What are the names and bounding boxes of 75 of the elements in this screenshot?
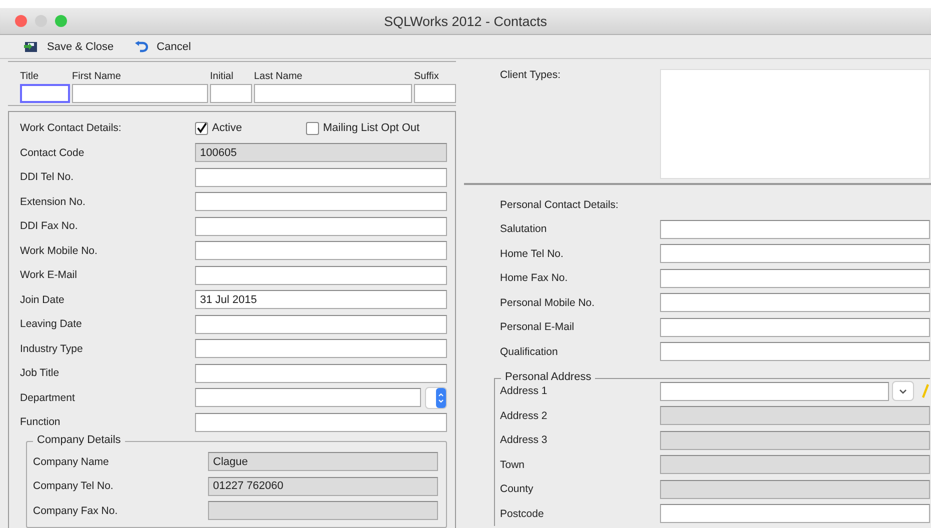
field-label: Address 3 [500, 434, 548, 446]
field-label: Personal Mobile No. [500, 296, 596, 309]
input-field[interactable] [414, 84, 456, 103]
input-field[interactable] [195, 216, 447, 236]
field-label: Company Name [33, 456, 110, 468]
checkbox-label: Active [212, 122, 242, 134]
input-field[interactable] [72, 84, 208, 103]
field-label: Join Date [20, 294, 66, 306]
field-label: Town [500, 458, 526, 471]
field-label: Extension No. [20, 196, 86, 208]
field-label: Client Types: [500, 69, 562, 83]
input-field[interactable] [660, 504, 930, 524]
input-field[interactable] [254, 84, 412, 103]
window-title: SQLWorks 2012 - Contacts [384, 14, 548, 28]
input-field[interactable] [195, 241, 447, 260]
field-label: First Name [72, 71, 122, 84]
input-field[interactable] [195, 339, 447, 358]
input-field[interactable] [20, 84, 70, 103]
input-field[interactable] [195, 388, 421, 408]
input-field[interactable] [195, 314, 447, 334]
input-field[interactable] [660, 293, 930, 312]
input-field[interactable] [660, 318, 930, 337]
field-label: Suffix [414, 71, 440, 84]
close-button[interactable] [15, 15, 27, 27]
dropdown-button[interactable] [892, 381, 914, 402]
input-field[interactable] [195, 168, 447, 187]
field-label: Address 2 [500, 410, 548, 422]
field-label: Department [20, 392, 76, 404]
save-icon [24, 40, 38, 53]
field-label: Company Fax No. [33, 504, 119, 517]
field-label: Industry Type [20, 342, 84, 355]
field-label: Job Title [20, 367, 60, 380]
input-field[interactable] [195, 192, 447, 212]
field-label: Work E-Mail [20, 269, 78, 282]
input-field[interactable]: 31 Jul 2015 [195, 290, 447, 310]
field-label: DDI Fax No. [20, 220, 79, 232]
field-label: Postcode [500, 508, 545, 520]
field-label: Home Tel No. [500, 248, 564, 260]
field-label: Last Name [254, 71, 304, 84]
field-label: Initial [210, 71, 234, 84]
checkbox[interactable] [306, 122, 319, 135]
field-label: Home Fax No. [500, 272, 569, 284]
input-field[interactable] [195, 266, 447, 285]
field-label: Address 1 [500, 385, 548, 398]
field-label: Contact Code [20, 146, 86, 159]
field-label: Personal E-Mail [500, 321, 576, 334]
field-label: Salutation [500, 223, 548, 236]
input-field[interactable] [660, 220, 930, 239]
input-field[interactable] [660, 342, 930, 362]
zoom-button[interactable] [55, 15, 67, 27]
field-label: County [500, 483, 534, 496]
input-field[interactable] [210, 84, 252, 103]
section-heading: Work Contact Details: [20, 122, 122, 134]
field-label: Function [20, 416, 62, 428]
input-field[interactable] [195, 364, 447, 383]
group-legend: Personal Address [501, 371, 596, 383]
toolbar-button[interactable]: Save & Close [24, 40, 114, 53]
input-field[interactable] [660, 268, 930, 288]
chevron-icon [899, 388, 907, 394]
field-label: Work Mobile No. [20, 244, 98, 257]
checkbox-label: Mailing List Opt Out [322, 122, 420, 134]
field-label: DDI Tel No. [20, 171, 74, 184]
section-heading: Personal Contact Details: [500, 199, 618, 211]
input-field[interactable] [195, 412, 447, 432]
toolbar-button[interactable]: Cancel [134, 40, 191, 52]
checkbox[interactable] [195, 122, 208, 135]
field-label: Company Tel No. [33, 480, 114, 492]
field-label: Title [20, 71, 40, 84]
input-field[interactable] [660, 382, 889, 401]
stepper-button[interactable] [425, 386, 447, 409]
field-label: Leaving Date [20, 318, 83, 330]
group-legend: Company Details [33, 434, 125, 446]
field-label: Qualification [500, 346, 559, 358]
input-field[interactable] [660, 244, 930, 264]
undo-icon [134, 40, 148, 52]
